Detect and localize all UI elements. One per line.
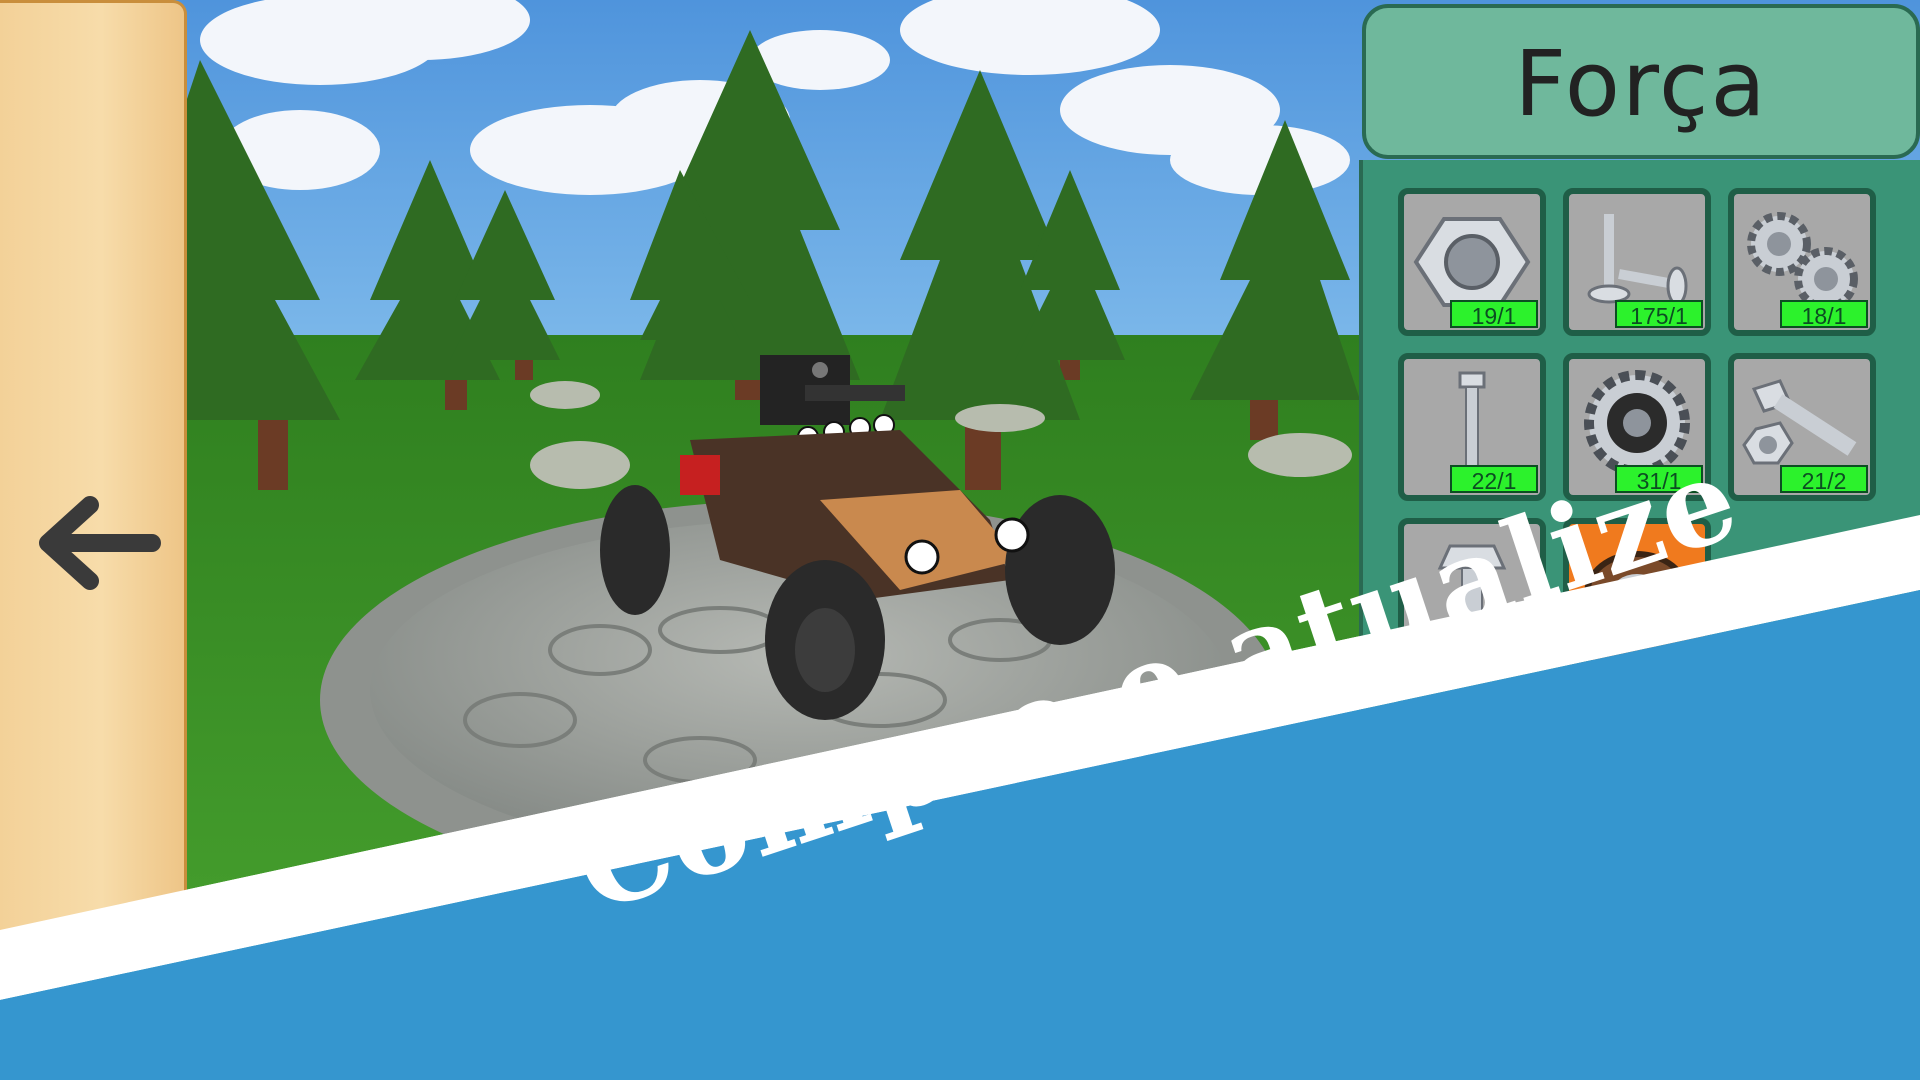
- panel-title: Força: [1514, 32, 1768, 137]
- item-slot-gear-nuts[interactable]: 18/1: [1728, 188, 1876, 336]
- item-count: 18/1: [1780, 300, 1868, 329]
- arrow-left-icon: [39, 496, 161, 590]
- back-button[interactable]: [0, 0, 187, 935]
- item-slot-long-bolt[interactable]: 22/1: [1398, 353, 1546, 501]
- item-count: 22/1: [1450, 465, 1538, 494]
- item-count: 175/1: [1615, 300, 1703, 329]
- item-slot-hex-nut[interactable]: 19/1: [1398, 188, 1546, 336]
- item-slot-bolt-and-nut[interactable]: 21/2: [1728, 353, 1876, 501]
- panel-title-bar: Força: [1362, 4, 1920, 159]
- item-count: 19/1: [1450, 300, 1538, 329]
- item-count: 21/2: [1780, 465, 1868, 494]
- item-slot-screws[interactable]: 175/1: [1563, 188, 1711, 336]
